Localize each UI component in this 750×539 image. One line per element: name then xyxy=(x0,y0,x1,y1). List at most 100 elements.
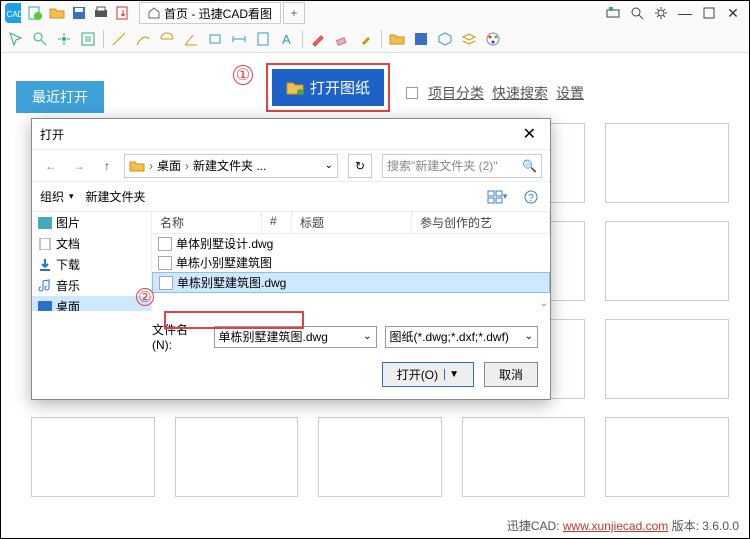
export-icon[interactable] xyxy=(115,5,131,21)
thumb[interactable] xyxy=(31,417,155,497)
new-icon[interactable] xyxy=(27,5,43,21)
svg-text:A: A xyxy=(282,32,291,47)
search-icon: 🔍 xyxy=(522,159,537,173)
col-title[interactable]: 标题 xyxy=(292,212,412,233)
svg-text:CAD: CAD xyxy=(7,10,21,19)
main-area: 最近打开 ① 打开图纸 项目分类 快速搜索 设置 ② 打开 ✕ ← → ↑ xyxy=(1,53,749,516)
callout-2: ② xyxy=(136,288,154,306)
dialog-cancel-button[interactable]: 取消 xyxy=(484,362,538,387)
open-drawing-button[interactable]: 打开图纸 xyxy=(272,69,384,106)
tab-title: 首页 - 迅捷CAD看图 xyxy=(164,5,272,22)
file-icon xyxy=(158,256,172,270)
brush-icon[interactable] xyxy=(357,30,375,48)
refresh-button[interactable]: ↻ xyxy=(348,154,372,178)
footer-version: 3.6.0.0 xyxy=(702,519,739,533)
folder-tool-icon[interactable] xyxy=(388,30,406,48)
help-button[interactable]: ? xyxy=(520,186,542,208)
page-icon[interactable] xyxy=(254,30,272,48)
footer-version-label: 版本: xyxy=(672,519,699,533)
col-name[interactable]: 名称 xyxy=(152,212,262,233)
layers-icon[interactable] xyxy=(460,30,478,48)
organize-menu[interactable]: 组织▾ xyxy=(40,188,74,205)
home-tab[interactable]: 首页 - 迅捷CAD看图 xyxy=(139,2,281,24)
thumb[interactable] xyxy=(605,417,729,497)
file-list-header: 名称 # 标题 参与创作的艺 xyxy=(152,212,550,234)
save-tool-icon[interactable] xyxy=(412,30,430,48)
pointer-icon[interactable] xyxy=(7,30,25,48)
cube-icon[interactable] xyxy=(436,30,454,48)
col-num[interactable]: # xyxy=(262,212,292,233)
col-contrib[interactable]: 参与创作的艺 xyxy=(412,212,550,233)
dialog-open-button[interactable]: 打开(O)▼ xyxy=(382,362,474,387)
angle-icon[interactable] xyxy=(182,30,200,48)
footer-url[interactable]: www.xunjiecad.com xyxy=(563,519,668,533)
dimension-icon[interactable] xyxy=(230,30,248,48)
thumb[interactable] xyxy=(605,319,729,399)
nav-up-button[interactable]: ↑ xyxy=(96,155,118,177)
palette-icon[interactable] xyxy=(484,30,502,48)
thumb[interactable] xyxy=(462,417,586,497)
search-icon[interactable] xyxy=(31,30,49,48)
curve-icon[interactable] xyxy=(134,30,152,48)
scroll-indicator[interactable]: ⌄ xyxy=(540,298,548,309)
path-desktop[interactable]: 桌面 xyxy=(157,157,181,174)
filename-input[interactable]: 单栋别墅建筑图.dwg⌄ xyxy=(214,326,377,348)
file-row[interactable]: 单栋小别墅建筑图 xyxy=(152,253,550,272)
pen-icon[interactable] xyxy=(309,30,327,48)
category-checkbox[interactable] xyxy=(406,87,418,99)
close-button[interactable]: ✕ xyxy=(725,5,741,21)
home-icon xyxy=(148,7,160,19)
thumb[interactable] xyxy=(318,417,442,497)
dialog-close-button[interactable]: ✕ xyxy=(517,122,542,146)
thumb[interactable] xyxy=(605,221,729,301)
rect-tool-icon[interactable] xyxy=(206,30,224,48)
app-logo-icon: CAD xyxy=(5,5,21,21)
arc-icon[interactable] xyxy=(158,30,176,48)
thumb[interactable] xyxy=(605,123,729,203)
tree-item-downloads[interactable]: 下载 xyxy=(32,254,151,275)
main-toolbar: A xyxy=(1,25,749,53)
dialog-title: 打开 xyxy=(40,126,64,143)
search-link[interactable]: 快速搜索 xyxy=(492,83,548,103)
maximize-button[interactable] xyxy=(701,5,717,21)
print-icon[interactable] xyxy=(93,5,109,21)
recent-tab[interactable]: 最近打开 xyxy=(16,81,104,113)
open-folder-icon[interactable] xyxy=(49,5,65,21)
titlebar: CAD 首页 - 迅捷CAD看图 + — ✕ xyxy=(1,1,749,25)
tree-item-documents[interactable]: 文档 xyxy=(32,233,151,254)
folder-icon xyxy=(129,159,145,173)
text-icon[interactable]: A xyxy=(278,30,296,48)
zoom-icon[interactable] xyxy=(629,5,645,21)
footer: 迅捷CAD: www.xunjiecad.com 版本: 3.6.0.0 xyxy=(507,517,739,534)
fit-icon[interactable] xyxy=(79,30,97,48)
tool-icon-1[interactable] xyxy=(605,5,621,21)
thumb[interactable] xyxy=(175,417,299,497)
tree-item-pictures[interactable]: 图片 xyxy=(32,212,151,233)
line-icon[interactable] xyxy=(110,30,128,48)
new-tab-button[interactable]: + xyxy=(283,2,305,24)
tree-item-desktop[interactable]: 桌面 xyxy=(32,296,151,311)
search-placeholder: 搜索"新建文件夹 (2)" xyxy=(387,157,498,174)
path-folder[interactable]: 新建文件夹 ... xyxy=(193,157,266,174)
pan-icon[interactable] xyxy=(55,30,73,48)
tree-item-music[interactable]: 音乐 xyxy=(32,275,151,296)
nav-back-button[interactable]: ← xyxy=(40,155,62,177)
filetype-select[interactable]: 图纸(*.dwg;*.dxf;*.dwf)⌄ xyxy=(385,326,538,348)
new-folder-button[interactable]: 新建文件夹 xyxy=(86,188,146,205)
file-row-selected[interactable]: 单栋别墅建筑图.dwg xyxy=(152,272,550,293)
category-link[interactable]: 项目分类 xyxy=(428,83,484,103)
file-row[interactable]: 单体别墅设计.dwg xyxy=(152,234,550,253)
minimize-button[interactable]: — xyxy=(677,5,693,21)
open-folder-icon xyxy=(286,80,304,96)
gear-icon[interactable] xyxy=(653,5,669,21)
eraser-icon[interactable] xyxy=(333,30,351,48)
view-mode-button[interactable]: ▾ xyxy=(486,186,508,208)
dialog-search-input[interactable]: 搜索"新建文件夹 (2)" 🔍 xyxy=(382,154,542,178)
settings-link[interactable]: 设置 xyxy=(556,83,584,103)
file-icon xyxy=(158,237,172,251)
path-bar[interactable]: › 桌面 › 新建文件夹 ... ⌄ xyxy=(124,154,338,178)
save-icon[interactable] xyxy=(71,5,87,21)
nav-forward-button[interactable]: → xyxy=(68,155,90,177)
file-list-area: 名称 # 标题 参与创作的艺 单体别墅设计.dwg 单栋小别墅建筑图 单栋别墅建… xyxy=(152,212,550,311)
open-button-highlight: 打开图纸 xyxy=(266,63,390,112)
